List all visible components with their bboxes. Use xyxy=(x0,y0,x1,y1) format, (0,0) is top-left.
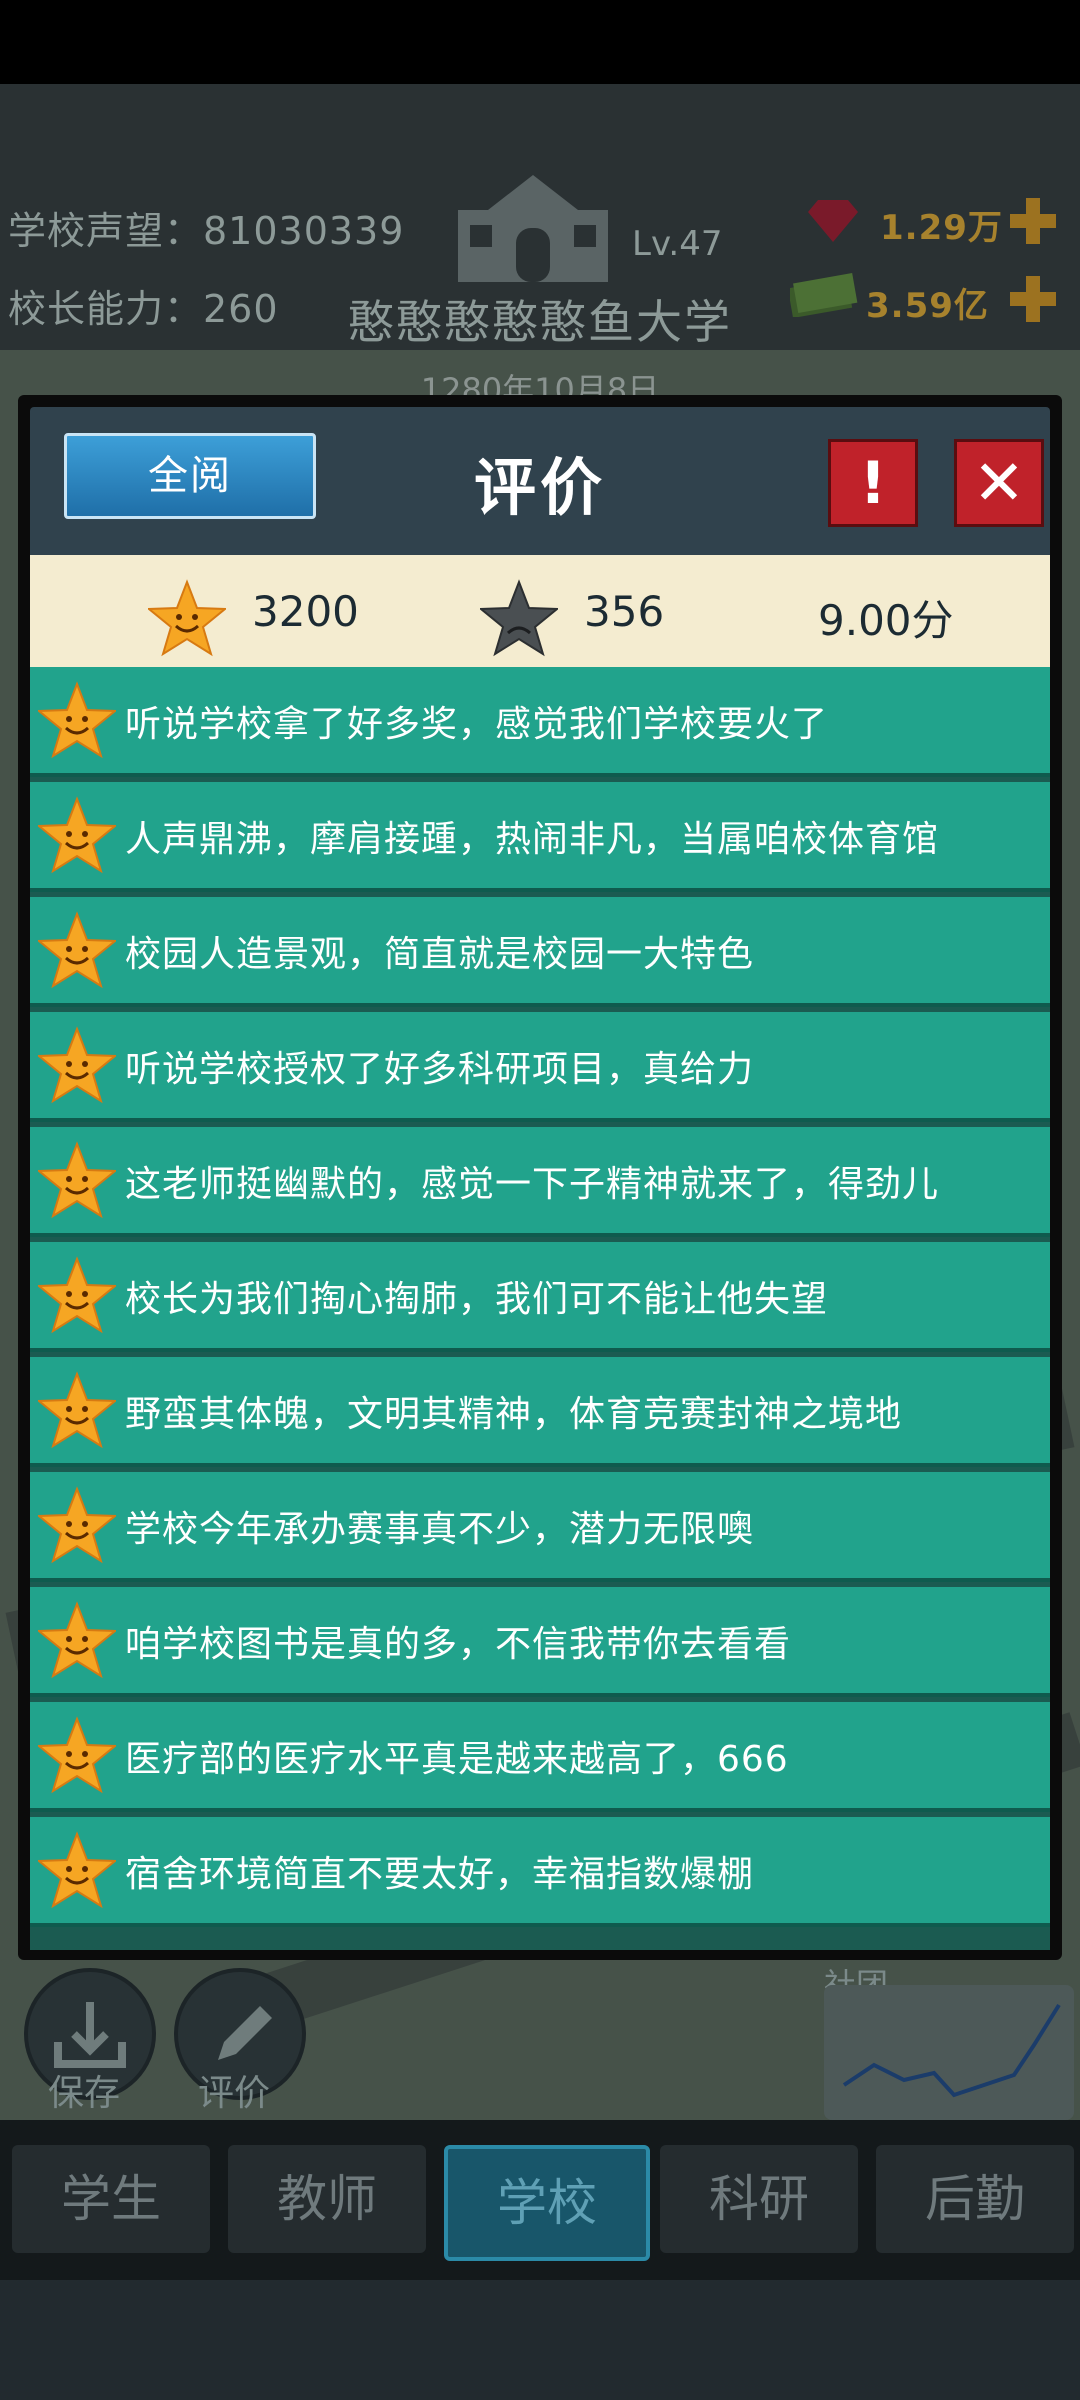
review-row[interactable]: 人声鼎沸，摩肩接踵，热闹非凡，当属咱校体育馆 xyxy=(30,782,1050,892)
star-icon xyxy=(38,1486,116,1564)
star-icon xyxy=(38,911,116,989)
star-icon xyxy=(38,1141,116,1219)
star-icon xyxy=(38,681,116,759)
read-all-button[interactable]: 全阅 xyxy=(64,433,316,519)
review-text: 听说学校拿了好多奖，感觉我们学校要火了 xyxy=(125,704,829,745)
review-text: 校长为我们掏心掏肺，我们可不能让他失望 xyxy=(125,1279,829,1320)
ability-text: 校长能力：260 xyxy=(8,287,279,331)
teachers-tab[interactable]: 教师 xyxy=(228,2145,426,2253)
review-text: 听说学校授权了好多科研项目，真给力 xyxy=(125,1049,755,1090)
review-row[interactable]: 医疗部的医疗水平真是越来越高了，666 xyxy=(30,1702,1050,1812)
review-row[interactable]: 校园人造景观，简直就是校园一大特色 xyxy=(30,897,1050,1007)
trend-chart[interactable] xyxy=(824,1985,1074,2120)
system-nav-bar xyxy=(0,2280,1080,2400)
school-name: 憨憨憨憨憨鱼大学 xyxy=(348,295,732,349)
gem-amount: 1.29万 xyxy=(880,208,1003,248)
report-button[interactable]: ! xyxy=(828,439,918,527)
school-tab[interactable]: 学校 xyxy=(444,2145,650,2261)
star-icon xyxy=(38,1831,116,1909)
school-building-icon xyxy=(458,175,608,282)
save-label: 保存 xyxy=(48,2073,121,2114)
review-text: 这老师挺幽默的，感觉一下子精神就来了，得劲儿 xyxy=(125,1164,940,1205)
research-tab[interactable]: 科研 xyxy=(660,2145,858,2253)
students-tab[interactable]: 学生 xyxy=(12,2145,210,2253)
review-text: 医疗部的医疗水平真是越来越高了，666 xyxy=(125,1739,789,1780)
bad-count: 356 xyxy=(584,587,665,636)
review-row[interactable]: 听说学校拿了好多奖，感觉我们学校要火了 xyxy=(30,667,1050,777)
review-dialog: 全阅 评价 ! ✕ 3200 356 9.00分 听说学校拿了好多奖，感觉我们学… xyxy=(18,395,1062,1960)
star-icon xyxy=(38,1716,116,1794)
logistics-tab[interactable]: 后勤 xyxy=(876,2145,1074,2253)
add-money-icon[interactable] xyxy=(1010,276,1056,322)
good-count: 3200 xyxy=(252,587,359,636)
good-star-icon xyxy=(148,579,226,657)
review-row[interactable]: 咱学校图书是真的多，不信我带你去看看 xyxy=(30,1587,1050,1697)
gem-icon xyxy=(808,200,858,242)
review-row[interactable]: 听说学校授权了好多科研项目，真给力 xyxy=(30,1012,1050,1122)
star-icon xyxy=(38,1601,116,1679)
review-text: 野蛮其体魄，文明其精神，体育竞赛封神之境地 xyxy=(125,1394,903,1435)
review-row[interactable]: 宿舍环境简直不要太好，幸福指数爆棚 xyxy=(30,1817,1050,1927)
add-gems-icon[interactable] xyxy=(1010,198,1056,244)
money-icon xyxy=(790,273,858,317)
review-text: 咱学校图书是真的多，不信我带你去看看 xyxy=(125,1624,792,1665)
star-icon xyxy=(38,1026,116,1104)
review-list[interactable]: 听说学校拿了好多奖，感觉我们学校要火了人声鼎沸，摩肩接踵，热闹非凡，当属咱校体育… xyxy=(30,667,1050,1950)
dialog-header: 全阅 评价 ! ✕ xyxy=(30,407,1050,557)
review-label: 评价 xyxy=(198,2073,271,2114)
star-icon xyxy=(38,1256,116,1334)
star-icon xyxy=(38,796,116,874)
review-row[interactable]: 野蛮其体魄，文明其精神，体育竞赛封神之境地 xyxy=(30,1357,1050,1467)
status-bar xyxy=(0,0,1080,84)
review-text: 学校今年承办赛事真不少，潜力无限噢 xyxy=(125,1509,755,1550)
money-amount: 3.59亿 xyxy=(866,286,989,326)
level-text: Lv.47 xyxy=(632,224,723,264)
score: 9.00分 xyxy=(818,596,954,645)
review-text: 校园人造景观，简直就是校园一大特色 xyxy=(125,934,755,975)
review-text: 宿舍环境简直不要太好，幸福指数爆棚 xyxy=(125,1854,755,1895)
dialog-title: 评价 xyxy=(473,451,606,524)
close-button[interactable]: ✕ xyxy=(954,439,1044,527)
review-row[interactable]: 这老师挺幽默的，感觉一下子精神就来了，得劲儿 xyxy=(30,1127,1050,1237)
review-summary: 3200 356 9.00分 xyxy=(30,555,1050,667)
bad-star-icon xyxy=(480,579,558,657)
review-row[interactable]: 校长为我们掏心掏肺，我们可不能让他失望 xyxy=(30,1242,1050,1352)
review-text: 人声鼎沸，摩肩接踵，热闹非凡，当属咱校体育馆 xyxy=(125,819,940,860)
star-icon xyxy=(38,1371,116,1449)
reputation-text: 学校声望：81030339 xyxy=(8,209,405,253)
review-row[interactable]: 学校今年承办赛事真不少，潜力无限噢 xyxy=(30,1472,1050,1582)
